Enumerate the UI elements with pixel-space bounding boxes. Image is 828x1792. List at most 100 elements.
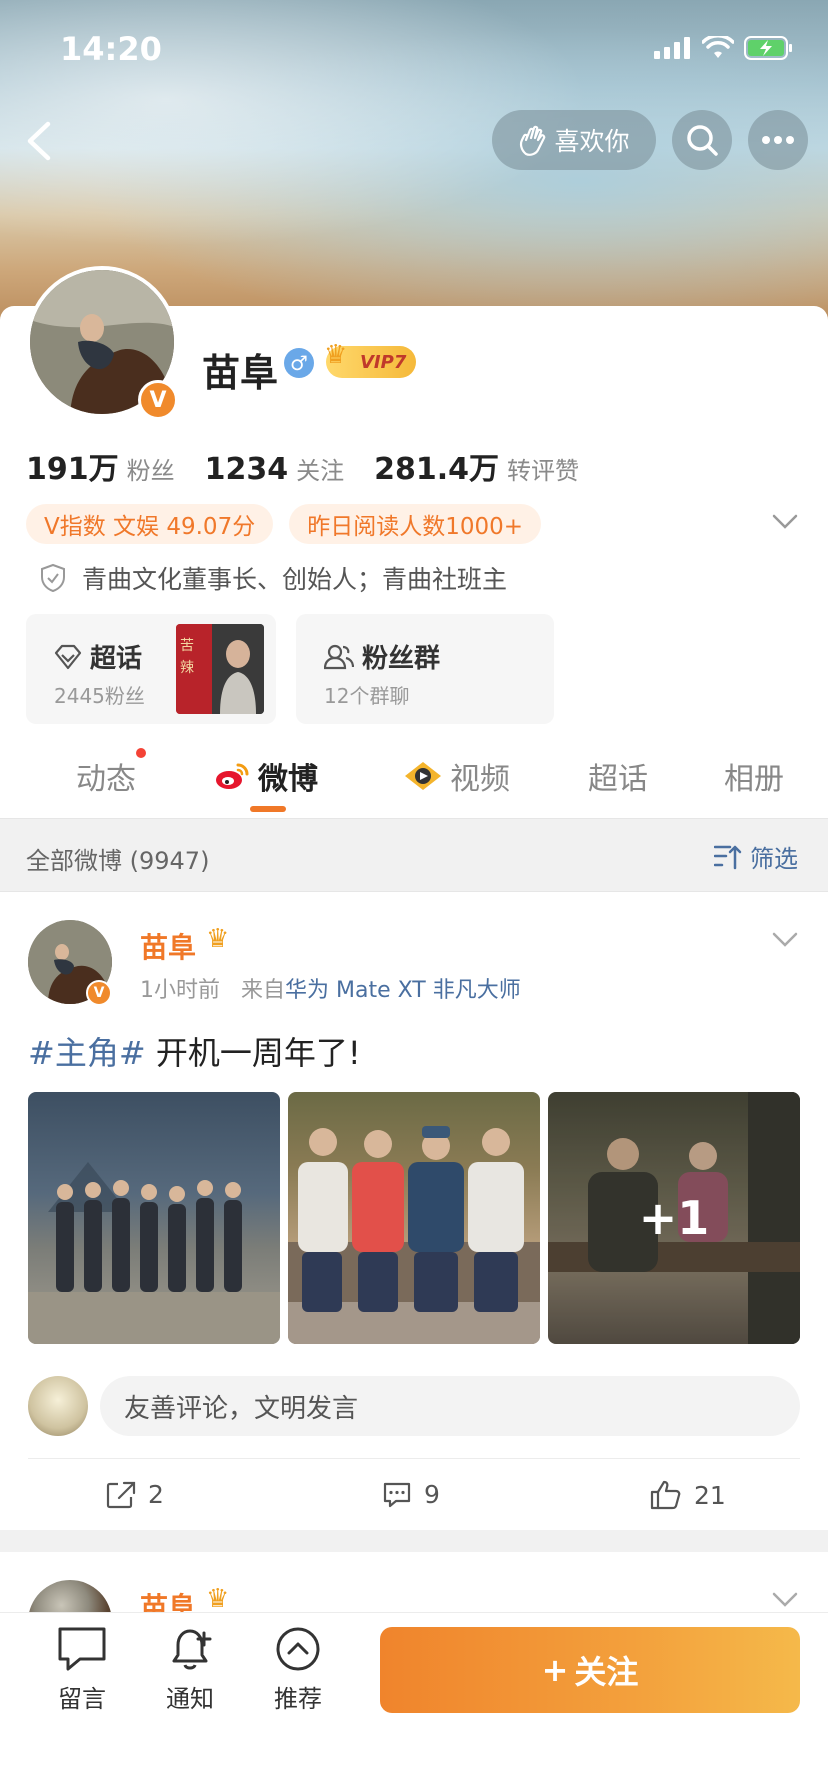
fangroup-title: 粉丝群 [324, 638, 440, 675]
repost-count: 2 [148, 1480, 164, 1509]
like-you-label: 喜欢你 [554, 127, 630, 156]
fangroup-sub: 12个群聊 [324, 684, 410, 708]
filter-label: 筛选 [750, 845, 798, 873]
post-source[interactable]: 华为 Mate XT 非凡大师 [285, 978, 521, 1003]
chevron-down-icon [772, 932, 798, 947]
plus-icon: + [541, 1651, 569, 1689]
stat-num: 281.4万 [374, 452, 500, 487]
supertopic-image: 苦 辣 [176, 624, 264, 714]
recommend-label: 推荐 [274, 1685, 322, 1713]
profile-bio: 青曲文化董事长、创始人；青曲社班主 [40, 560, 507, 596]
supertopic-card[interactable]: 超话 2445粉丝 苦 辣 [26, 614, 276, 724]
back-button[interactable] [18, 116, 62, 166]
tab-label: 相册 [724, 762, 784, 797]
my-avatar [28, 1376, 88, 1436]
stat-num: 1234 [204, 452, 289, 487]
status-icons [654, 36, 794, 60]
share-icon [106, 1481, 136, 1508]
follow-button[interactable]: + 关注 [380, 1627, 800, 1713]
svg-text:苦: 苦 [180, 638, 194, 654]
stat-label: 转评赞 [507, 457, 580, 485]
post-photo[interactable] [28, 1092, 280, 1344]
post-photo[interactable] [288, 1092, 540, 1344]
stat-label: 关注 [296, 457, 345, 485]
supertopic-sub: 2445粉丝 [54, 684, 145, 708]
shield-icon [41, 563, 65, 593]
post-card: V 苗阜 ♛ 1小时前 来自华为 Mate XT 非凡大师 #主角# 开机一周年… [0, 892, 828, 1528]
profile-page: 14:20 喜欢你 V 苗阜 ♂ VIP7 ♛ 191万 粉丝 1234 关注 … [0, 0, 828, 1792]
verified-badge: V [138, 380, 178, 420]
post-menu-button[interactable] [772, 1592, 798, 1612]
male-icon: ♂ [284, 348, 314, 378]
follow-label: 关注 [574, 1653, 639, 1691]
more-button[interactable] [748, 110, 808, 170]
group-icon [324, 644, 354, 669]
tab-label: 微博 [258, 762, 318, 797]
new-dot [136, 748, 146, 758]
crown-icon: ♛ [206, 924, 230, 954]
message-button[interactable]: 留言 [32, 1625, 132, 1714]
v-index-tag[interactable]: V指数 文娱 49.07分 [26, 504, 274, 544]
supertopic-label: 超话 [90, 644, 143, 674]
tab-label: 超话 [588, 762, 648, 797]
more-photos-count: +1 [548, 1092, 800, 1344]
comment-row: 友善评论，文明发言 [28, 1376, 800, 1436]
chevron-up-circle-icon [276, 1627, 320, 1671]
wifi-icon [702, 36, 734, 58]
supertopic-title: 超话 [54, 638, 142, 675]
feature-cards: 超话 2445粉丝 苦 辣 粉丝群 12个群聊 [26, 614, 554, 724]
active-tab-indicator [250, 806, 286, 812]
comment-placeholder: 友善评论，文明发言 [124, 1393, 359, 1424]
filter-bar: 全部微博 (9947) 筛选 [0, 818, 828, 892]
all-posts-count: 全部微博 (9947) [26, 847, 210, 875]
search-icon [687, 125, 718, 156]
post-topic-link[interactable]: #主角# [28, 1034, 146, 1072]
crown-icon: ♛ [324, 340, 348, 370]
more-dots-icon [762, 136, 794, 144]
tab-weibo[interactable]: 微博 [214, 754, 318, 798]
stat-num: 191万 [26, 452, 119, 487]
tab-album[interactable]: 相册 [724, 754, 784, 798]
profile-tabs: 动态 微博 视频 超话 相册 [0, 740, 828, 818]
filter-icon [714, 845, 742, 869]
repost-button[interactable]: 2 [106, 1480, 164, 1509]
divider [28, 1458, 800, 1459]
bio-text: 青曲文化董事长、创始人；青曲社班主 [82, 565, 508, 594]
status-bar: 14:20 [0, 0, 828, 100]
comment-button[interactable]: 9 [382, 1480, 440, 1509]
stat-fans[interactable]: 191万 粉丝 [26, 444, 175, 488]
post-time: 1小时前 [140, 978, 220, 1003]
comment-count: 9 [424, 1480, 440, 1509]
search-button[interactable] [672, 110, 732, 170]
post-author[interactable]: 苗阜 [140, 1586, 196, 1612]
post-separator [0, 1530, 828, 1552]
stat-following[interactable]: 1234 关注 [205, 451, 345, 487]
recommend-button[interactable]: 推荐 [248, 1625, 348, 1714]
post-avatar[interactable] [28, 1580, 112, 1612]
comment-input[interactable]: 友善评论，文明发言 [100, 1376, 800, 1436]
status-time: 14:20 [60, 30, 162, 68]
weibo-icon [216, 763, 249, 789]
expand-button[interactable] [772, 514, 798, 534]
post-menu-button[interactable] [772, 932, 798, 952]
post-meta: 1小时前 来自华为 Mate XT 非凡大师 [140, 972, 521, 1004]
chevron-left-icon [27, 121, 51, 161]
stat-interactions[interactable]: 281.4万 转评赞 [374, 444, 579, 488]
tab-video[interactable]: 视频 [404, 754, 510, 798]
post-photos: +1 [28, 1092, 800, 1344]
post-author[interactable]: 苗阜 [140, 926, 196, 966]
tab-supertopic[interactable]: 超话 [588, 754, 648, 798]
post-body: 开机一周年了! [145, 1034, 361, 1072]
fangroup-label: 粉丝群 [362, 644, 441, 674]
tab-activity[interactable]: 动态 [76, 754, 136, 798]
like-you-button[interactable]: 喜欢你 [492, 110, 656, 170]
like-button[interactable]: 21 [650, 1480, 726, 1510]
fangroup-card[interactable]: 粉丝群 12个群聊 [296, 614, 554, 724]
diamond-icon [54, 644, 82, 669]
post-card-2: 苗阜 ♛ [0, 1552, 828, 1612]
post-photo-more[interactable]: +1 [548, 1092, 800, 1344]
notify-button[interactable]: 通知 [140, 1625, 240, 1714]
filter-button[interactable]: 筛选 [714, 839, 798, 874]
read-count-tag[interactable]: 昨日阅读人数1000+ [289, 504, 542, 544]
like-count: 21 [694, 1480, 726, 1510]
